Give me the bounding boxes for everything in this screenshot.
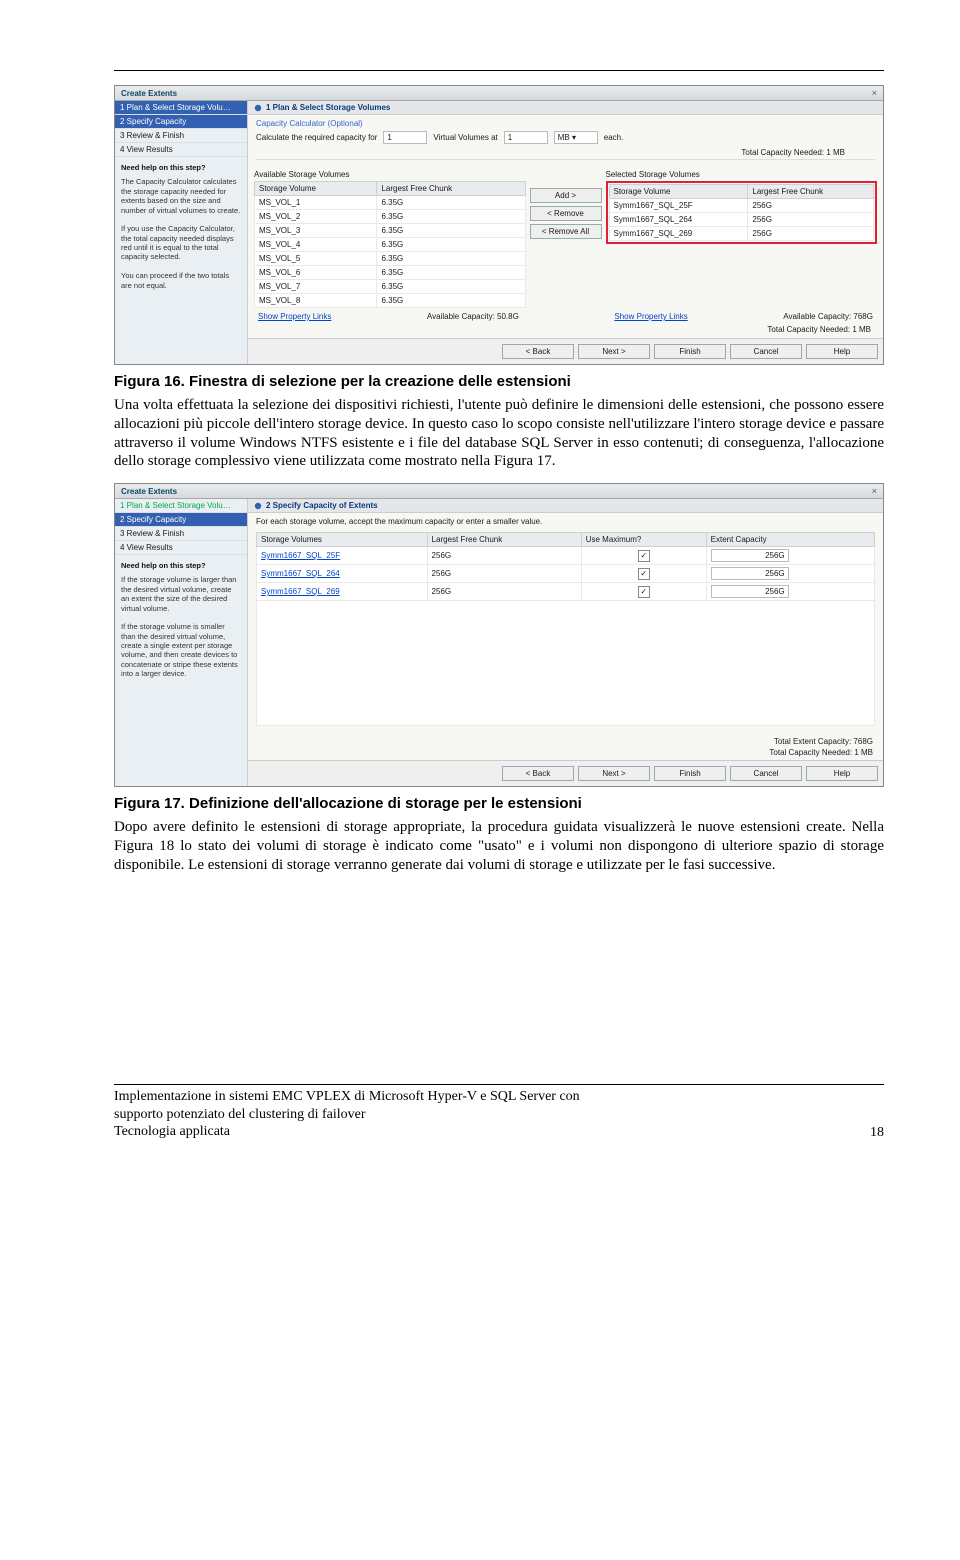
step-icon — [254, 502, 262, 510]
table-row: Symm1667_SQL_269256G — [609, 227, 874, 241]
create-extents-dialog-2: Create Extents × 1 Plan & Select Storage… — [114, 483, 884, 787]
step-2[interactable]: 2 Specify Capacity — [115, 513, 247, 527]
table-row: MS_VOL_86.35G — [255, 294, 526, 308]
help-panel: Need help on this step? The Capacity Cal… — [115, 157, 247, 296]
step-header: 1 Plan & Select Storage Volumes — [248, 101, 883, 115]
selected-storage-table[interactable]: Storage VolumeLargest Free Chunk Symm166… — [609, 184, 875, 241]
titlebar: Create Extents × — [115, 86, 883, 101]
next-button[interactable]: Next > — [578, 344, 650, 359]
help-button[interactable]: Help — [806, 766, 878, 781]
next-button[interactable]: Next > — [578, 766, 650, 781]
footer-line1: Implementazione in sistemi EMC VPLEX di … — [114, 1088, 580, 1106]
table-row: MS_VOL_66.35G — [255, 266, 526, 280]
wizard-sidebar: 1 Plan & Select Storage Volu… 2 Specify … — [115, 499, 248, 786]
help-title: Need help on this step? — [121, 163, 241, 172]
wizard-steps: 1 Plan & Select Storage Volu… 2 Specify … — [115, 101, 247, 157]
remove-button[interactable]: < Remove — [530, 206, 602, 221]
finish-button[interactable]: Finish — [654, 766, 726, 781]
add-button[interactable]: Add > — [530, 188, 602, 203]
step-icon — [254, 104, 262, 112]
footer-line2: supporto potenziato del clustering di fa… — [114, 1106, 580, 1124]
table-row: MS_VOL_36.35G — [255, 224, 526, 238]
figure17-caption: Figura 17. Definizione dell'allocazione … — [114, 795, 884, 812]
selected-highlight: Storage VolumeLargest Free Chunk Symm166… — [606, 181, 878, 244]
extents-table[interactable]: Storage Volumes Largest Free Chunk Use M… — [256, 532, 875, 726]
table-row: MS_VOL_76.35G — [255, 280, 526, 294]
paragraph-1: Una volta effettuata la selezione dei di… — [114, 396, 884, 471]
page-number: 18 — [870, 1125, 884, 1141]
step-2[interactable]: 2 Specify Capacity — [115, 115, 247, 129]
help-body: The Capacity Calculator calculates the s… — [121, 177, 240, 289]
cancel-button[interactable]: Cancel — [730, 344, 802, 359]
use-max-checkbox[interactable]: ✓ — [638, 550, 650, 562]
needed-bottom: Total Capacity Needed: 1 MB — [769, 748, 873, 757]
window-title: Create Extents — [121, 487, 177, 496]
close-icon[interactable]: × — [872, 486, 877, 496]
close-icon[interactable]: × — [872, 88, 877, 98]
transfer-buttons: Add > < Remove < Remove All — [530, 188, 602, 239]
instruction-text: For each storage volume, accept the maxi… — [248, 513, 883, 530]
window-title: Create Extents — [121, 89, 177, 98]
footer-rule — [114, 1084, 884, 1085]
finish-button[interactable]: Finish — [654, 344, 726, 359]
back-button[interactable]: < Back — [502, 344, 574, 359]
capacity-calculator: Capacity Calculator (Optional) Calculate… — [248, 115, 883, 164]
volume-size-input[interactable]: 1 — [504, 131, 548, 144]
help-panel: Need help on this step? If the storage v… — [115, 555, 247, 685]
step-1[interactable]: 1 Plan & Select Storage Volu… — [115, 101, 247, 115]
table-row: Symm1667_SQL_264256G✓256G — [257, 565, 875, 583]
page-footer: Implementazione in sistemi EMC VPLEX di … — [114, 1084, 884, 1141]
step-3[interactable]: 3 Review & Finish — [115, 527, 247, 541]
wizard-sidebar: 1 Plan & Select Storage Volu… 2 Specify … — [115, 101, 248, 364]
create-extents-dialog-1: Create Extents × 1 Plan & Select Storage… — [114, 85, 884, 365]
back-button[interactable]: < Back — [502, 766, 574, 781]
available-storage-table[interactable]: Storage VolumeLargest Free Chunk MS_VOL_… — [254, 181, 526, 308]
help-button[interactable]: Help — [806, 344, 878, 359]
use-max-checkbox[interactable]: ✓ — [638, 568, 650, 580]
total-extent-capacity: Total Extent Capacity: 768G — [774, 737, 873, 746]
available-capacity-left: Available Capacity: 50.8G — [427, 312, 519, 321]
property-links-right[interactable]: Show Property Links — [614, 312, 687, 321]
table-row: Symm1667_SQL_25F256G — [609, 199, 874, 213]
help-title: Need help on this step? — [121, 561, 241, 570]
wizard-steps: 1 Plan & Select Storage Volu… 2 Specify … — [115, 499, 247, 555]
table-row: MS_VOL_26.35G — [255, 210, 526, 224]
step-4[interactable]: 4 View Results — [115, 541, 247, 555]
table-row: Symm1667_SQL_264256G — [609, 213, 874, 227]
wizard-footer: < Back Next > Finish Cancel Help — [248, 338, 883, 364]
figure16-caption: Figura 16. Finestra di selezione per la … — [114, 373, 884, 390]
needed-bottom: Total Capacity Needed: 1 MB — [248, 323, 883, 338]
unit-select[interactable]: MB ▾ — [554, 131, 598, 144]
volumes-count-input[interactable]: 1 — [383, 131, 427, 144]
step-header: 2 Specify Capacity of Extents — [248, 499, 883, 513]
capacity-needed: Total Capacity Needed: 1 MB — [256, 144, 875, 160]
cancel-button[interactable]: Cancel — [730, 766, 802, 781]
table-row: Symm1667_SQL_269256G✓256G — [257, 583, 875, 601]
top-rule — [114, 70, 884, 71]
step-4[interactable]: 4 View Results — [115, 143, 247, 157]
available-capacity-right: Available Capacity: 768G — [783, 312, 873, 321]
step-1[interactable]: 1 Plan & Select Storage Volu… — [115, 499, 247, 513]
table-row: MS_VOL_56.35G — [255, 252, 526, 266]
titlebar: Create Extents × — [115, 484, 883, 499]
available-label: Available Storage Volumes — [254, 170, 526, 181]
step-3[interactable]: 3 Review & Finish — [115, 129, 247, 143]
calc-title: Capacity Calculator (Optional) — [256, 119, 363, 128]
table-row: MS_VOL_16.35G — [255, 196, 526, 210]
calc-label: Calculate the required capacity for — [256, 133, 377, 142]
property-links-left[interactable]: Show Property Links — [258, 312, 331, 321]
table-row: Symm1667_SQL_25F256G✓256G — [257, 547, 875, 565]
footer-line3: Tecnologia applicata — [114, 1123, 580, 1141]
remove-all-button[interactable]: < Remove All — [530, 224, 602, 239]
wizard-footer: < Back Next > Finish Cancel Help — [248, 760, 883, 786]
help-body: If the storage volume is larger than the… — [121, 575, 238, 678]
paragraph-2: Dopo avere definito le estensioni di sto… — [114, 818, 884, 874]
table-row: MS_VOL_46.35G — [255, 238, 526, 252]
use-max-checkbox[interactable]: ✓ — [638, 586, 650, 598]
selected-label: Selected Storage Volumes — [606, 170, 878, 181]
